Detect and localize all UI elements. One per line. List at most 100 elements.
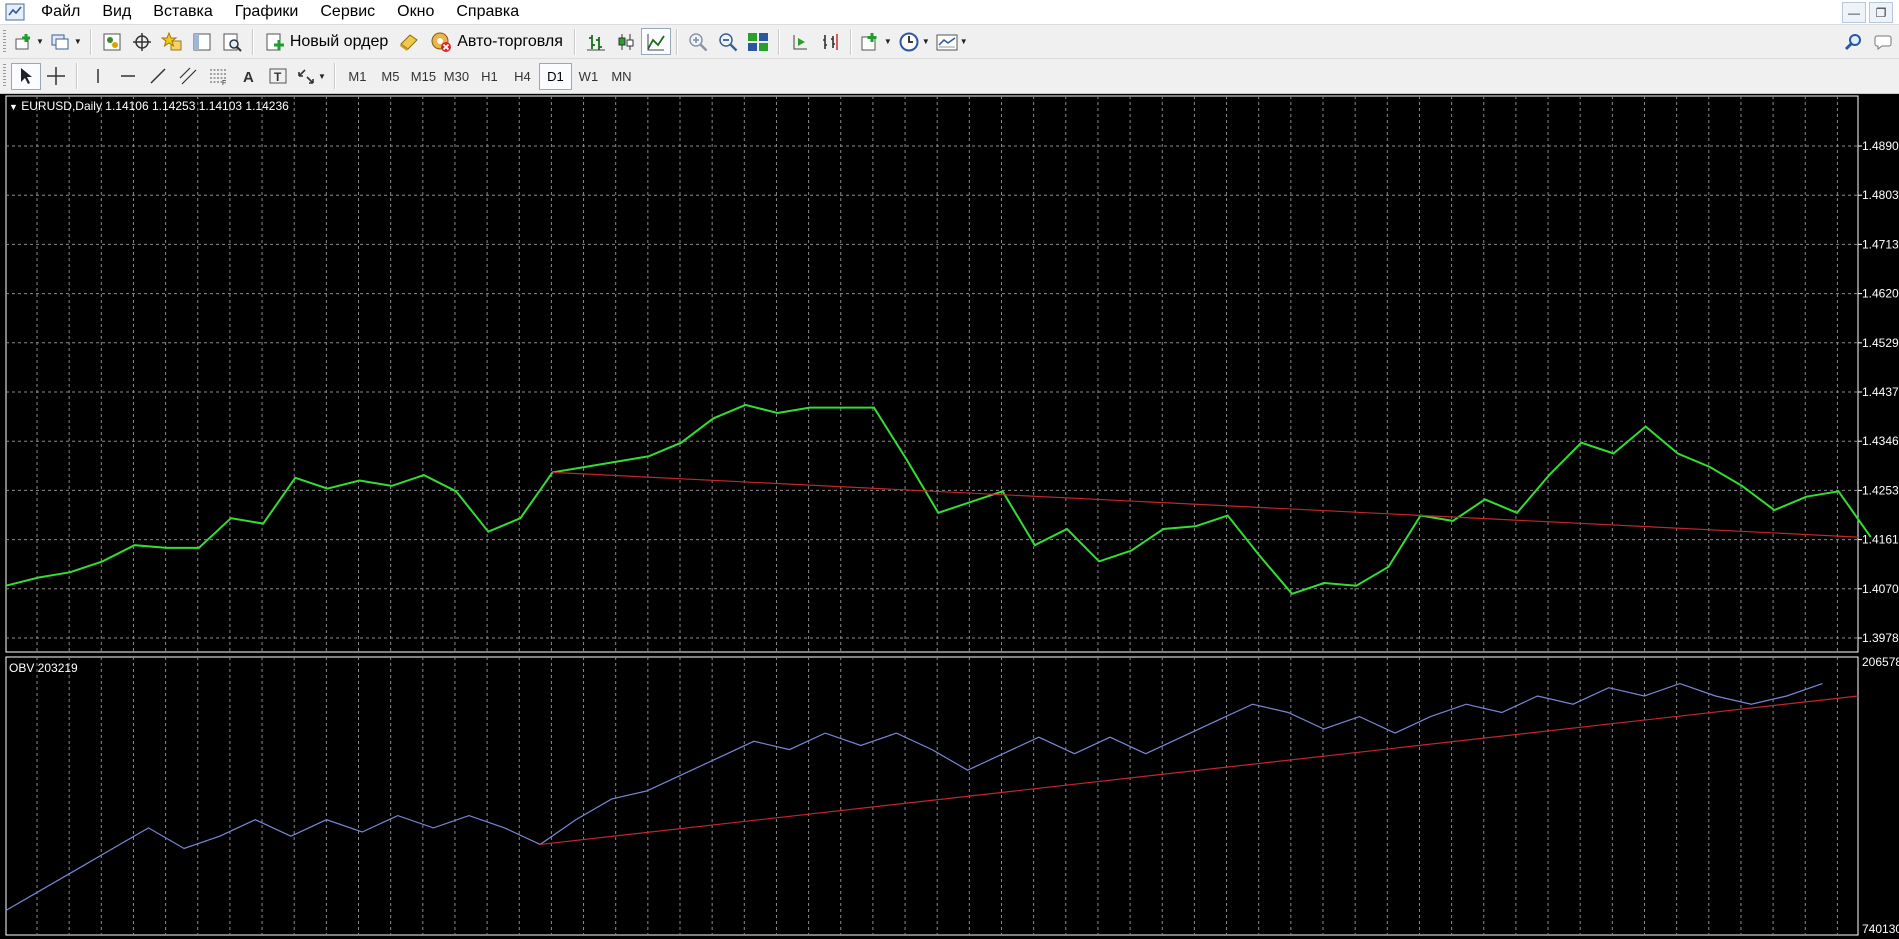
profiles-icon: [51, 34, 69, 49]
search-button[interactable]: [1839, 28, 1869, 55]
candlestick-icon: [618, 33, 634, 50]
vertical-line-icon: [97, 69, 99, 83]
chat-bubble-icon: [1874, 35, 1892, 50]
obv-trendline: [540, 695, 1859, 846]
market-watch-button[interactable]: [97, 28, 127, 55]
timeframe-m15-button[interactable]: M15: [407, 63, 440, 90]
separator: [777, 28, 780, 55]
arrows-button[interactable]: ▼: [293, 63, 329, 90]
strategy-tester-button[interactable]: [217, 28, 247, 55]
indicators-button[interactable]: ▼: [857, 28, 895, 55]
price-axis-label: 1.4161: [1862, 533, 1899, 547]
timeframe-d1-button[interactable]: D1: [538, 62, 572, 90]
timeframe-m30-button[interactable]: M30: [440, 63, 473, 90]
chat-button[interactable]: [1869, 28, 1899, 55]
timeframe-mn-button[interactable]: MN: [605, 63, 638, 90]
chevron-down-icon: ▼: [959, 37, 968, 46]
navigator-button[interactable]: [157, 28, 187, 55]
candlestick-button[interactable]: [611, 28, 641, 55]
menu-item-3[interactable]: Графики: [224, 1, 310, 23]
timeframe-w1-button[interactable]: W1: [572, 63, 605, 90]
metaeditor-icon: [400, 33, 419, 51]
new-chart-icon: [15, 33, 30, 49]
terminal-button[interactable]: [187, 28, 217, 55]
chart-shift-button[interactable]: [815, 28, 845, 55]
auto-scroll-icon: [793, 34, 807, 49]
text-label-button[interactable]: T: [263, 63, 293, 90]
zoom-out-button[interactable]: [713, 28, 743, 55]
separator: [675, 28, 678, 55]
menu-bar: Файл Вид Вставка Графики Сервис Окно Справка —…: [0, 0, 1899, 25]
zoom-in-button[interactable]: [683, 28, 713, 55]
arrows-icon: [298, 69, 314, 84]
profiles-button[interactable]: ▼: [47, 28, 85, 55]
crosshair-button[interactable]: [41, 63, 71, 90]
navigator-star-icon: [160, 31, 182, 50]
menu-item-0[interactable]: Файл: [30, 1, 91, 23]
new-order-label: Новый ордер: [289, 32, 389, 50]
cursor-button[interactable]: [11, 62, 41, 90]
chart-window[interactable]: 1.4890 1.4803 1.4713 1.4620 1.4529 1.4437 1.43…: [0, 94, 1899, 939]
new-chart-button[interactable]: ▼: [11, 28, 47, 55]
text-button[interactable]: A: [233, 63, 263, 90]
obv-axis-label-top: 206578: [1862, 655, 1899, 669]
vertical-line-button[interactable]: [83, 63, 113, 90]
auto-scroll-button[interactable]: [785, 28, 815, 55]
chart-canvas[interactable]: 1.4890 1.4803 1.4713 1.4620 1.4529 1.4437 1.43…: [0, 94, 1899, 939]
obv-axis-label-bottom: 740130: [1862, 922, 1899, 936]
menu-item-5[interactable]: Окно: [386, 1, 445, 23]
periods-button[interactable]: ▼: [895, 28, 933, 55]
trendline-button[interactable]: [143, 63, 173, 90]
price-axis-label: 1.4713: [1862, 237, 1899, 251]
auto-trading-button[interactable]: Авто-торговля: [424, 28, 569, 55]
menu-item-1[interactable]: Вид: [91, 1, 142, 23]
menu-item-6[interactable]: Справка: [445, 1, 530, 23]
separator: [333, 63, 336, 89]
timeframe-h4-button[interactable]: H4: [506, 63, 539, 90]
data-window-button[interactable]: [127, 28, 157, 55]
standard-toolbar: ▼ ▼ Новый ордер Авто-торговля ▼ ▼ ▼: [0, 25, 1899, 59]
price-axis-label: 1.4346: [1862, 434, 1899, 448]
price-axis-label: 1.4437: [1862, 385, 1899, 399]
price-axis-label: 1.4803: [1862, 188, 1899, 202]
auto-trading-icon: [431, 32, 452, 52]
templates-icon: [936, 34, 958, 50]
horizontal-line-button[interactable]: [113, 63, 143, 90]
auto-trading-label: Авто-торговля: [457, 32, 563, 50]
separator: [849, 28, 852, 55]
bar-chart-icon: [586, 34, 605, 50]
channel-icon: [179, 67, 197, 85]
menu-item-4[interactable]: Сервис: [309, 1, 386, 23]
tile-windows-button[interactable]: [743, 28, 773, 55]
clock-icon: [899, 32, 919, 51]
terminal-icon: [193, 33, 211, 50]
minimize-button[interactable]: —: [1842, 2, 1866, 23]
new-order-icon: [266, 33, 284, 50]
price-axis-label: 1.3978: [1862, 631, 1899, 645]
toolbar-grip[interactable]: [3, 64, 6, 88]
app-icon[interactable]: [4, 2, 26, 22]
zoom-out-icon: [719, 32, 738, 51]
restore-button[interactable]: ❐: [1869, 2, 1893, 23]
templates-button[interactable]: ▼: [933, 28, 971, 55]
metaeditor-button[interactable]: [394, 28, 424, 55]
timeframe-m5-button[interactable]: M5: [374, 63, 407, 90]
chart-collapse-icon[interactable]: ▼: [9, 102, 18, 112]
line-chart-button[interactable]: [640, 28, 671, 55]
fibonacci-button[interactable]: F: [203, 63, 233, 90]
chevron-down-icon: ▼: [36, 37, 44, 46]
price-axis-label: 1.4070: [1862, 582, 1899, 596]
chart-symbol-info: EURUSD,Daily 1.14106 1.14253 1.14103 1.1…: [21, 99, 289, 113]
market-watch-icon: [103, 33, 121, 50]
bar-chart-button[interactable]: [581, 28, 611, 55]
indicators-icon: [861, 32, 877, 50]
chevron-down-icon: ▼: [318, 71, 326, 81]
horizontal-line-icon: [121, 75, 135, 77]
timeframe-m1-button[interactable]: M1: [341, 63, 374, 90]
menu-item-2[interactable]: Вставка: [142, 1, 223, 23]
equidistant-channel-button[interactable]: [173, 63, 203, 90]
new-order-button[interactable]: Новый ордер: [259, 28, 394, 55]
toolbar-grip[interactable]: [3, 29, 6, 54]
timeframe-h1-button[interactable]: H1: [473, 63, 506, 90]
crosshair-icon: [47, 67, 65, 85]
